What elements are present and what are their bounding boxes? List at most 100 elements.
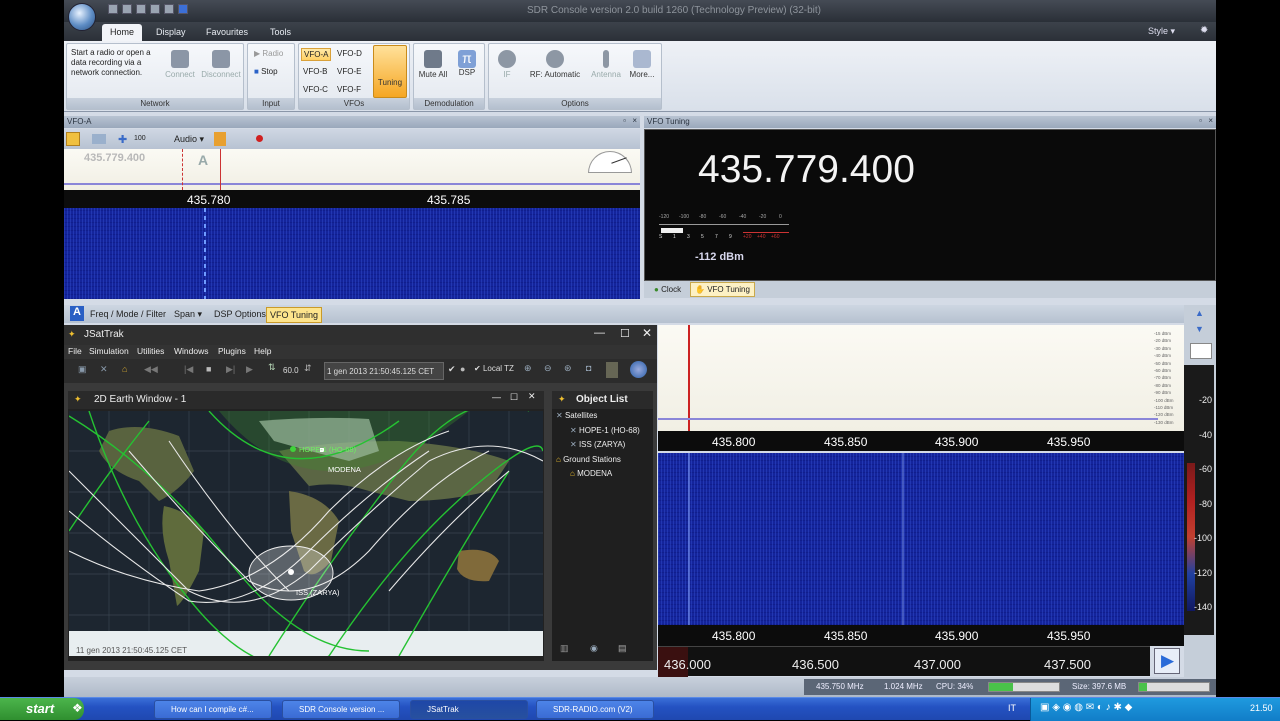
band-scale[interactable]: 436.000 436.500 437.000 437.500: [658, 646, 1150, 677]
step-arrows-icon[interactable]: ⇵: [304, 363, 312, 374]
taskbar-item-browser[interactable]: How can I compile c#...: [154, 700, 272, 719]
tab-dsp-options[interactable]: DSP Options: [214, 309, 266, 319]
delete-icon[interactable]: ▥: [560, 643, 569, 654]
local-tz-checkbox[interactable]: ✔ Local TZ: [474, 364, 514, 373]
vfo-e-button[interactable]: VFO-E: [335, 66, 363, 77]
vfo-a-waterfall[interactable]: [64, 208, 640, 299]
camera-icon[interactable]: ◘: [586, 363, 591, 373]
datetime-field[interactable]: 1 gen 2013 21:50:45.125 CET: [324, 362, 444, 380]
close-icon[interactable]: ×: [1208, 116, 1213, 125]
play-button[interactable]: ▶: [1154, 648, 1180, 674]
zoom-in-icon[interactable]: ⊕: [524, 363, 532, 374]
help-icon[interactable]: ✹: [1200, 25, 1208, 36]
rf-automatic-button[interactable]: RF: Automatic: [523, 50, 587, 79]
wide-waterfall[interactable]: [658, 453, 1184, 625]
tab-vfo-tuning-lower[interactable]: VFO Tuning: [266, 307, 323, 323]
menu-utilities[interactable]: Utilities: [137, 346, 164, 356]
zoom-icon[interactable]: ✚: [118, 133, 127, 146]
tab-clock[interactable]: ● Clock: [650, 283, 685, 296]
speaker-icon[interactable]: [214, 132, 226, 146]
tuning-button[interactable]: Tuning: [373, 45, 407, 98]
record-icon[interactable]: [150, 4, 160, 14]
open-icon[interactable]: [122, 4, 132, 14]
play-button[interactable]: [66, 132, 80, 146]
satellite-icon[interactable]: ✕: [100, 364, 108, 375]
increment-icon[interactable]: ⇅: [268, 362, 276, 373]
vfo-b-button[interactable]: VFO-B: [301, 66, 329, 77]
pin-icon[interactable]: ▫: [623, 116, 626, 125]
tab-home[interactable]: Home: [102, 24, 143, 41]
wide-spectrum[interactable]: -15 dBm -20 dBm -30 dBm -40 dBm -50 dBm -60 d…: [658, 325, 1184, 431]
step-back-icon[interactable]: |◀: [184, 364, 193, 375]
stop-icon[interactable]: ■: [206, 364, 211, 374]
step-forward-icon[interactable]: ▶|: [226, 364, 235, 375]
scroll-down-icon[interactable]: ▼: [1195, 324, 1204, 334]
tree-item-modena[interactable]: ⌂ MODENA: [570, 469, 612, 478]
spectrum-view-icon[interactable]: [1190, 343, 1212, 359]
close-button[interactable]: ✕: [642, 326, 652, 340]
audio-dropdown[interactable]: Audio ▾: [174, 134, 204, 145]
connect-button[interactable]: Connect: [161, 50, 199, 79]
menu-simulation[interactable]: Simulation: [89, 346, 129, 356]
menu-file[interactable]: File: [68, 346, 82, 356]
display-icon[interactable]: [92, 134, 106, 144]
dsp-button[interactable]: π DSP: [452, 50, 482, 77]
menu-help[interactable]: Help: [254, 346, 271, 356]
window-icon[interactable]: [164, 4, 174, 14]
save-icon[interactable]: [108, 4, 118, 14]
language-indicator[interactable]: IT: [1008, 703, 1016, 713]
minimize-button[interactable]: —: [594, 327, 605, 339]
tuning-frequency[interactable]: 435.779.400: [698, 148, 915, 192]
print-icon[interactable]: [136, 4, 146, 14]
tab-vfo-tuning[interactable]: ✋ VFO Tuning: [690, 282, 755, 297]
tree-item-hope[interactable]: ✕ HOPE-1 (HO-68): [570, 426, 640, 435]
minimize-button[interactable]: —: [492, 392, 501, 402]
disconnect-button[interactable]: Disconnect: [199, 50, 243, 79]
antenna-button[interactable]: Antenna: [589, 50, 623, 79]
tray-icons[interactable]: ▣ ◈ ◉ ◍ ✉ ◐ ♪ ✱ ◆: [1040, 702, 1132, 713]
pin-icon[interactable]: ▫: [1199, 116, 1202, 125]
vfo-c-button[interactable]: VFO-C: [301, 84, 330, 95]
vfo-a-button[interactable]: VFO-A: [301, 48, 332, 61]
mute-all-button[interactable]: Mute All: [418, 50, 448, 79]
zoom-out-icon[interactable]: ⊖: [544, 363, 552, 374]
taskbar-item-sdr-radio[interactable]: SDR-RADIO.com (V2): [536, 700, 654, 719]
radio-button[interactable]: ▶ Radio: [252, 48, 285, 59]
tab-span[interactable]: Span ▾: [174, 309, 202, 320]
tab-favourites[interactable]: Favourites: [198, 24, 256, 41]
properties-icon[interactable]: ▤: [618, 643, 627, 654]
taskbar-item-jsattrak[interactable]: JSatTrak: [410, 700, 528, 719]
menu-windows[interactable]: Windows: [174, 346, 208, 356]
screen-icon[interactable]: [178, 4, 188, 14]
vfo-a-badge[interactable]: A: [70, 306, 84, 321]
save-icon[interactable]: ▣: [78, 364, 87, 375]
globe-icon[interactable]: [630, 361, 647, 378]
maximize-button[interactable]: ☐: [510, 392, 518, 403]
ground-station-icon[interactable]: ⌂: [122, 364, 127, 374]
scroll-up-icon[interactable]: ▲: [1195, 308, 1204, 318]
vfo-marker-line[interactable]: [220, 149, 221, 190]
close-button[interactable]: ✕: [528, 391, 536, 402]
record-button[interactable]: [256, 135, 263, 142]
check-icon[interactable]: ✔: [448, 364, 456, 375]
tree-item-iss[interactable]: ✕ ISS (ZARYA): [570, 440, 625, 449]
vfo-d-button[interactable]: VFO-D: [335, 48, 364, 59]
application-menu-orb[interactable]: [68, 3, 96, 31]
more-button[interactable]: More...: [625, 50, 659, 79]
zoom-reset-icon[interactable]: ⊛: [564, 363, 572, 374]
taskbar-item-sdr-console[interactable]: SDR Console version ...: [282, 700, 400, 719]
vfo-f-button[interactable]: VFO-F: [335, 84, 363, 95]
globe-small-icon[interactable]: ◉: [590, 643, 598, 654]
zoom-level[interactable]: 100: [134, 135, 146, 142]
window-icon[interactable]: [606, 362, 618, 378]
tab-display[interactable]: Display: [148, 24, 194, 41]
tree-satellites[interactable]: ✕ Satellites: [556, 411, 597, 420]
vfo-marker-line[interactable]: [688, 325, 690, 431]
tree-ground-stations[interactable]: ⌂ Ground Stations: [556, 455, 621, 464]
tab-tools[interactable]: Tools: [262, 24, 299, 41]
if-button[interactable]: IF: [495, 50, 519, 79]
vfo-a-spectrum[interactable]: 435.779.400 A: [64, 149, 640, 190]
maximize-button[interactable]: ☐: [620, 327, 630, 340]
step-size[interactable]: 60.0: [283, 366, 299, 375]
menu-plugins[interactable]: Plugins: [218, 346, 246, 356]
